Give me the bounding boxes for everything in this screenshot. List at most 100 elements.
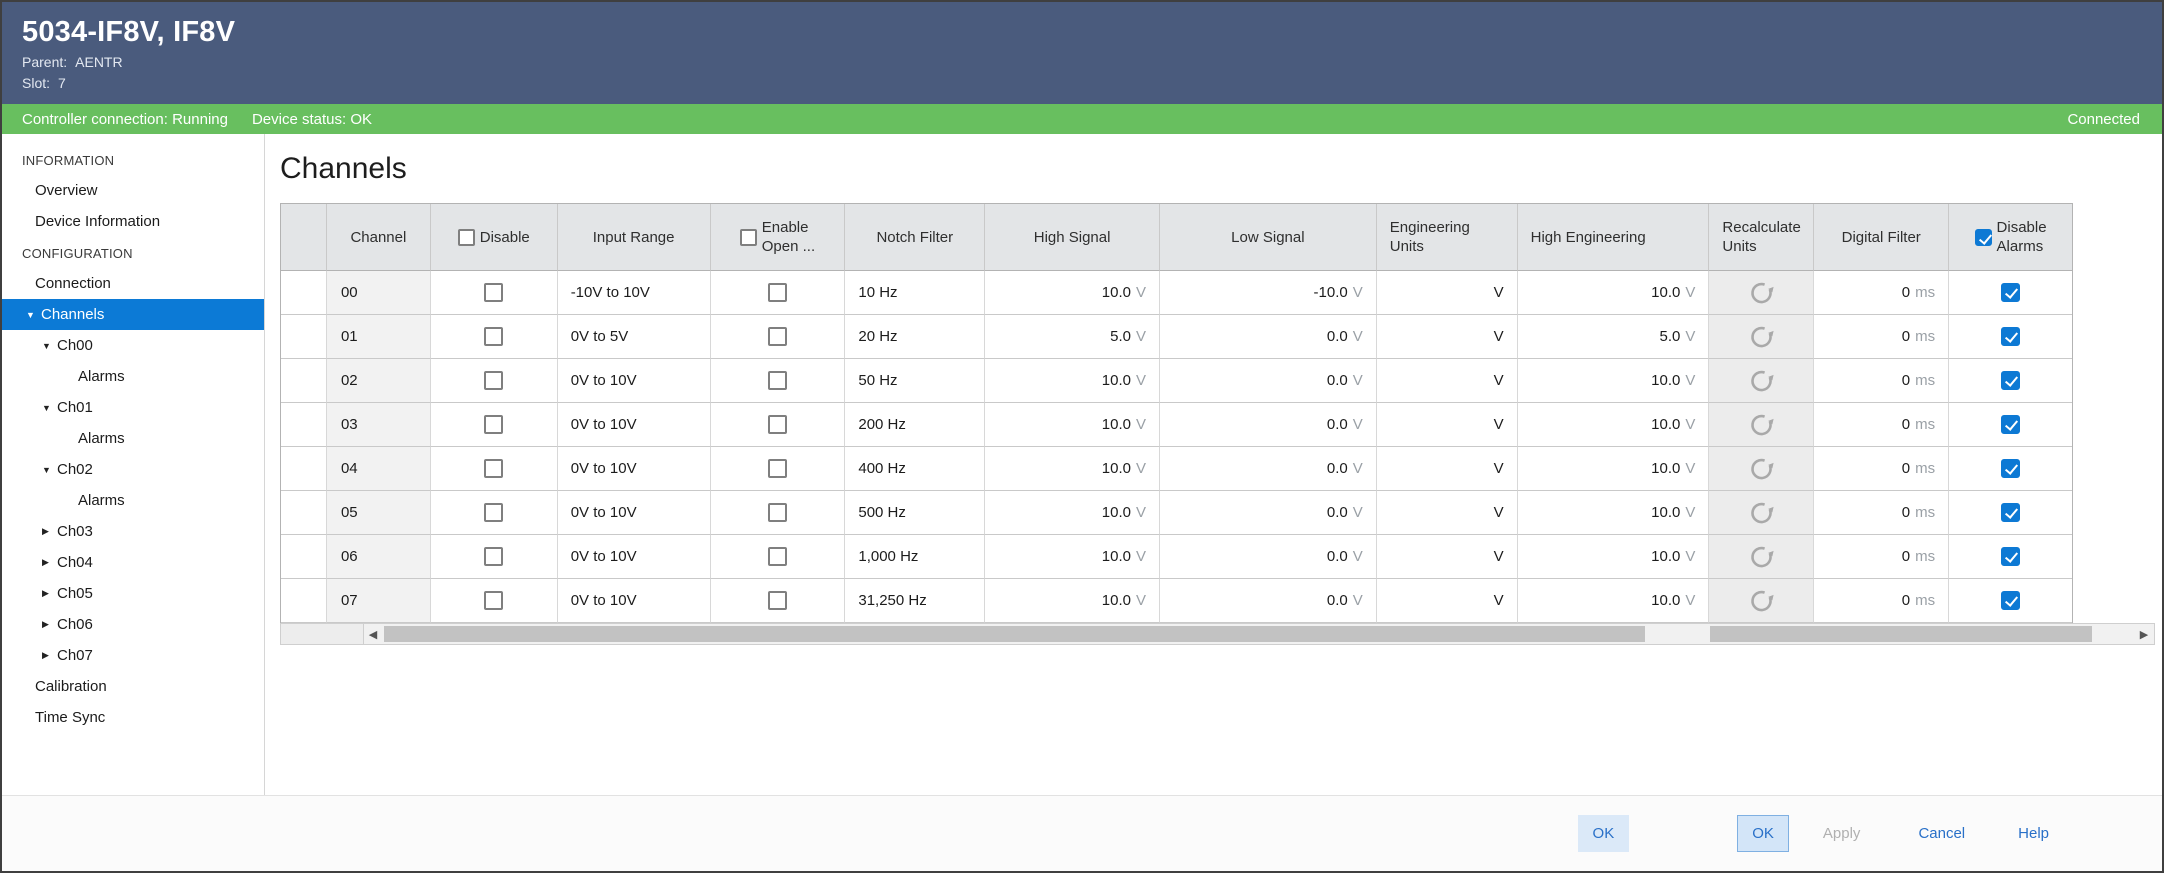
- cell-high-engineering[interactable]: 10.0V: [1518, 271, 1710, 315]
- enable-open-checkbox[interactable]: [768, 327, 787, 346]
- cell-low-signal[interactable]: 0.0V: [1160, 491, 1377, 535]
- disable-alarms-checkbox[interactable]: [2001, 503, 2020, 522]
- chevron-collapsed-icon[interactable]: ▶: [42, 588, 57, 599]
- sidebar-item-ch02[interactable]: ▼Ch02: [2, 454, 264, 485]
- horizontal-scrollbar[interactable]: ◀ ▶: [280, 623, 2158, 645]
- recalculate-refresh-icon[interactable]: [1748, 411, 1775, 438]
- disable-all-checkbox[interactable]: [458, 229, 475, 246]
- cell-high-signal[interactable]: 10.0V: [985, 447, 1160, 491]
- row-selector-cell[interactable]: [281, 403, 327, 447]
- cell-high-signal[interactable]: 10.0V: [985, 359, 1160, 403]
- enable-open-checkbox[interactable]: [768, 547, 787, 566]
- cell-notch-filter[interactable]: 400 Hz: [845, 447, 985, 491]
- disable-alarms-checkbox[interactable]: [2001, 591, 2020, 610]
- cell-input-range[interactable]: 0V to 10V: [558, 359, 711, 403]
- disable-checkbox[interactable]: [484, 371, 503, 390]
- cell-recalculate-units[interactable]: [1709, 447, 1814, 491]
- cell-low-signal[interactable]: 0.0V: [1160, 535, 1377, 579]
- cell-notch-filter[interactable]: 500 Hz: [845, 491, 985, 535]
- cell-high-engineering[interactable]: 10.0V: [1518, 403, 1710, 447]
- cell-recalculate-units[interactable]: [1709, 491, 1814, 535]
- cell-digital-filter[interactable]: 0ms: [1814, 359, 1949, 403]
- cell-digital-filter[interactable]: 0ms: [1814, 579, 1949, 623]
- cell-engineering-units[interactable]: V: [1377, 271, 1518, 315]
- scroll-left-button[interactable]: ◀: [364, 624, 382, 644]
- disable-checkbox[interactable]: [484, 547, 503, 566]
- cell-low-signal[interactable]: -10.0V: [1160, 271, 1377, 315]
- cell-input-range[interactable]: 0V to 10V: [558, 403, 711, 447]
- chevron-expanded-icon[interactable]: ▼: [42, 465, 57, 475]
- cell-engineering-units[interactable]: V: [1377, 535, 1518, 579]
- row-selector-cell[interactable]: [281, 359, 327, 403]
- cell-high-engineering[interactable]: 10.0V: [1518, 447, 1710, 491]
- enable-open-checkbox[interactable]: [768, 415, 787, 434]
- cell-engineering-units[interactable]: V: [1377, 315, 1518, 359]
- cell-engineering-units[interactable]: V: [1377, 491, 1518, 535]
- sidebar-item-alarms[interactable]: Alarms: [2, 485, 264, 516]
- disable-alarms-checkbox[interactable]: [2001, 459, 2020, 478]
- cell-high-engineering[interactable]: 10.0V: [1518, 491, 1710, 535]
- cell-input-range[interactable]: 0V to 5V: [558, 315, 711, 359]
- cell-engineering-units[interactable]: V: [1377, 447, 1518, 491]
- chevron-collapsed-icon[interactable]: ▶: [42, 557, 57, 568]
- disable-alarms-checkbox[interactable]: [2001, 283, 2020, 302]
- sidebar-item-time-sync[interactable]: Time Sync: [2, 702, 264, 733]
- sidebar-item-ch00[interactable]: ▼Ch00: [2, 330, 264, 361]
- scrollbar-thumb[interactable]: [384, 626, 1645, 642]
- cell-high-signal[interactable]: 10.0V: [985, 271, 1160, 315]
- cell-notch-filter[interactable]: 10 Hz: [845, 271, 985, 315]
- cell-recalculate-units[interactable]: [1709, 579, 1814, 623]
- cell-notch-filter[interactable]: 1,000 Hz: [845, 535, 985, 579]
- cell-high-signal[interactable]: 10.0V: [985, 535, 1160, 579]
- row-selector-cell[interactable]: [281, 271, 327, 315]
- cell-high-signal[interactable]: 10.0V: [985, 491, 1160, 535]
- scroll-right-button[interactable]: ▶: [2135, 624, 2153, 644]
- cell-recalculate-units[interactable]: [1709, 403, 1814, 447]
- cell-digital-filter[interactable]: 0ms: [1814, 535, 1949, 579]
- recalculate-refresh-icon[interactable]: [1748, 323, 1775, 350]
- recalculate-refresh-icon[interactable]: [1748, 499, 1775, 526]
- recalculate-refresh-icon[interactable]: [1748, 279, 1775, 306]
- row-selector-cell[interactable]: [281, 315, 327, 359]
- disable-checkbox[interactable]: [484, 327, 503, 346]
- cancel-button[interactable]: Cancel: [1914, 815, 1969, 852]
- cell-engineering-units[interactable]: V: [1377, 403, 1518, 447]
- cell-notch-filter[interactable]: 200 Hz: [845, 403, 985, 447]
- cell-recalculate-units[interactable]: [1709, 315, 1814, 359]
- sidebar-item-overview[interactable]: Overview: [2, 175, 264, 206]
- cell-input-range[interactable]: 0V to 10V: [558, 447, 711, 491]
- recalculate-refresh-icon[interactable]: [1748, 587, 1775, 614]
- enable-open-checkbox[interactable]: [768, 283, 787, 302]
- row-selector-cell[interactable]: [281, 535, 327, 579]
- disable-alarms-checkbox[interactable]: [2001, 371, 2020, 390]
- cell-input-range[interactable]: -10V to 10V: [558, 271, 711, 315]
- chevron-collapsed-icon[interactable]: ▶: [42, 650, 57, 661]
- cell-notch-filter[interactable]: 31,250 Hz: [845, 579, 985, 623]
- cell-high-engineering[interactable]: 10.0V: [1518, 579, 1710, 623]
- cell-digital-filter[interactable]: 0ms: [1814, 491, 1949, 535]
- sidebar-item-ch03[interactable]: ▶Ch03: [2, 516, 264, 547]
- scrollbar-thumb-right[interactable]: [1710, 626, 2092, 642]
- cell-digital-filter[interactable]: 0ms: [1814, 271, 1949, 315]
- sidebar-item-device-information[interactable]: Device Information: [2, 206, 264, 237]
- alarms-all-checkbox[interactable]: [1975, 229, 1992, 246]
- cell-low-signal[interactable]: 0.0V: [1160, 315, 1377, 359]
- cell-recalculate-units[interactable]: [1709, 535, 1814, 579]
- cell-high-signal[interactable]: 10.0V: [985, 579, 1160, 623]
- chevron-expanded-icon[interactable]: ▼: [42, 403, 57, 413]
- enable-open-checkbox[interactable]: [768, 459, 787, 478]
- cell-input-range[interactable]: 0V to 10V: [558, 579, 711, 623]
- enable_open-all-checkbox[interactable]: [740, 229, 757, 246]
- cell-notch-filter[interactable]: 20 Hz: [845, 315, 985, 359]
- cell-notch-filter[interactable]: 50 Hz: [845, 359, 985, 403]
- cell-low-signal[interactable]: 0.0V: [1160, 447, 1377, 491]
- cell-engineering-units[interactable]: V: [1377, 359, 1518, 403]
- cell-high-signal[interactable]: 10.0V: [985, 403, 1160, 447]
- sidebar-item-ch06[interactable]: ▶Ch06: [2, 609, 264, 640]
- row-selector-cell[interactable]: [281, 447, 327, 491]
- disable-alarms-checkbox[interactable]: [2001, 415, 2020, 434]
- cell-high-engineering[interactable]: 10.0V: [1518, 359, 1710, 403]
- chevron-expanded-icon[interactable]: ▼: [42, 341, 57, 351]
- recalculate-refresh-icon[interactable]: [1748, 543, 1775, 570]
- cell-recalculate-units[interactable]: [1709, 359, 1814, 403]
